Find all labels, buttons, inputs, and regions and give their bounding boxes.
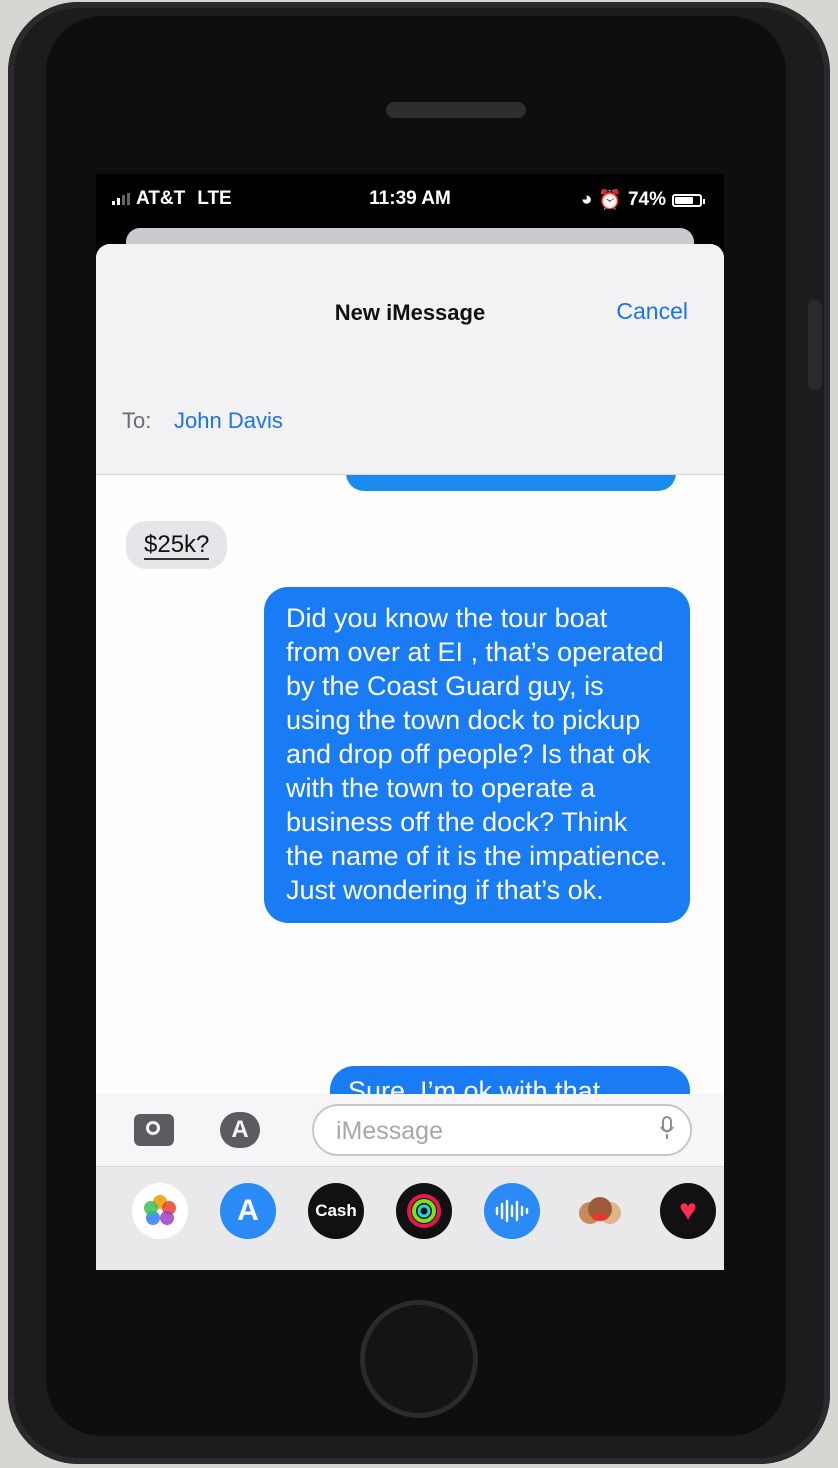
message-thread[interactable]: $25k? Did you know the tour boat from ov… xyxy=(96,475,724,1095)
message-input-bar: A xyxy=(96,1094,724,1166)
battery-percent: 74% xyxy=(627,189,666,210)
outgoing-message-text: Sure. I’m ok with that xyxy=(348,1076,601,1095)
recipient-row[interactable]: To: John Davis xyxy=(96,370,724,475)
outgoing-message-bubble[interactable]: Sure. I’m ok with that xyxy=(330,1066,690,1095)
compose-sheet: New iMessage Cancel To: John Davis $25k?… xyxy=(96,244,724,1270)
audio-message-icon[interactable] xyxy=(484,1183,540,1239)
to-label: To: xyxy=(122,408,152,433)
recipient-name[interactable]: John Davis xyxy=(174,408,283,434)
imessage-app-drawer: A Cash ♥ xyxy=(96,1166,724,1270)
activity-icon[interactable] xyxy=(396,1183,452,1239)
outgoing-message-text: Did you know the tour boat from over at … xyxy=(286,603,668,905)
orientation-lock-icon: ◕ xyxy=(580,189,593,210)
side-button xyxy=(808,300,822,390)
phone-screen: AT&T LTE 11:39 AM ◕ ⏰ 74% New iMessage C… xyxy=(96,174,724,1270)
home-button[interactable] xyxy=(360,1300,478,1418)
outgoing-message-bubble-cut xyxy=(346,475,676,491)
memoji-icon[interactable] xyxy=(572,1183,628,1239)
alarm-icon: ⏰ xyxy=(598,190,622,211)
battery-icon xyxy=(672,193,705,207)
incoming-message-bubble[interactable]: $25k? xyxy=(126,521,228,569)
app-store-button-icon[interactable]: A xyxy=(220,1112,260,1148)
cancel-button[interactable]: Cancel xyxy=(616,298,688,325)
microphone-icon[interactable] xyxy=(660,1116,674,1140)
status-bar: AT&T LTE 11:39 AM ◕ ⏰ 74% xyxy=(96,174,724,218)
compose-header: New iMessage Cancel xyxy=(96,244,724,371)
photos-icon[interactable] xyxy=(132,1183,188,1239)
earpiece-speaker xyxy=(386,102,526,118)
outgoing-message-bubble[interactable]: Did you know the tour boat from over at … xyxy=(264,587,690,923)
message-input[interactable] xyxy=(334,1114,638,1148)
incoming-message-text: $25k? xyxy=(144,531,210,560)
cash-label: Cash xyxy=(315,1201,357,1220)
cash-icon[interactable]: Cash xyxy=(308,1183,364,1239)
status-right: ◕ ⏰ 74% xyxy=(580,188,705,212)
app-store-icon[interactable]: A xyxy=(220,1183,276,1239)
digital-touch-icon[interactable]: ♥ xyxy=(660,1183,716,1239)
camera-icon[interactable] xyxy=(134,1114,174,1146)
message-field[interactable] xyxy=(312,1104,692,1156)
